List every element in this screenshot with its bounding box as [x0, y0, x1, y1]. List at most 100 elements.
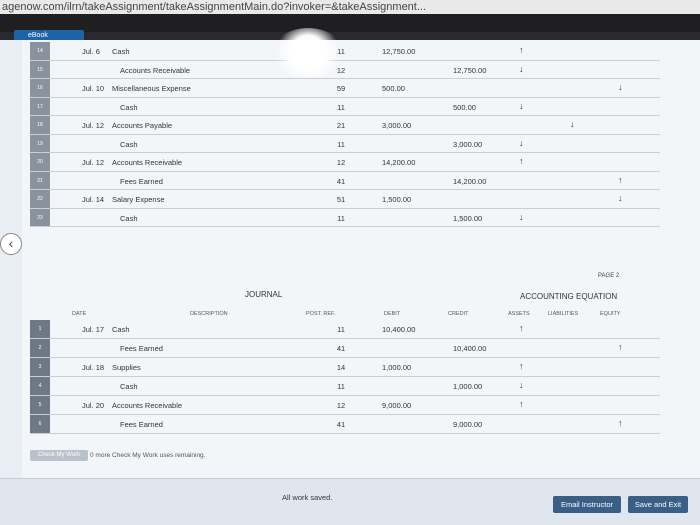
header-assets: ASSETS — [508, 311, 530, 317]
check-my-work-button[interactable]: Check My Work — [30, 450, 88, 461]
chevron-left-icon[interactable]: ‹ — [0, 233, 22, 255]
credit-field[interactable]: 3,000.00 — [453, 140, 505, 149]
credit-field[interactable]: 12,750.00 — [453, 66, 505, 75]
journal-row: 2 Fees Earned 41 10,400.00 ↑ — [30, 339, 660, 358]
assets-arrow[interactable]: ↑ — [519, 156, 524, 166]
journal-title: JOURNAL — [245, 290, 283, 299]
equity-arrow[interactable]: ↑ — [618, 175, 623, 185]
equity-arrow[interactable]: ↓ — [618, 82, 623, 92]
date-field[interactable]: Jul. 6 — [82, 47, 110, 56]
equity-arrow[interactable]: ↓ — [618, 193, 623, 203]
credit-field[interactable]: 1,000.00 — [453, 382, 505, 391]
debit-field[interactable]: 10,400.00 — [382, 325, 430, 334]
row-number: 14 — [30, 42, 50, 60]
description-field[interactable]: Supplies — [112, 363, 262, 372]
row-number: 5 — [30, 396, 50, 414]
credit-field[interactable]: 9,000.00 — [453, 420, 505, 429]
journal-row: 3 Jul. 18 Supplies 14 1,000.00 ↑ — [30, 358, 660, 377]
date-field[interactable]: Jul. 12 — [82, 121, 110, 130]
row-number: 4 — [30, 377, 50, 395]
description-field[interactable]: Accounts Receivable — [112, 401, 262, 410]
assets-arrow[interactable]: ↓ — [519, 212, 524, 222]
journal-row: 4 Cash 11 1,000.00 ↓ — [30, 377, 660, 396]
row-number: 2 — [30, 339, 50, 357]
post-ref-field[interactable]: 12 — [330, 401, 352, 410]
date-field[interactable]: Jul. 20 — [82, 401, 110, 410]
date-field[interactable]: Jul. 17 — [82, 325, 110, 334]
debit-field[interactable]: 500.00 — [382, 84, 430, 93]
post-ref-field[interactable]: 11 — [330, 103, 352, 112]
description-field[interactable]: Fees Earned — [120, 344, 270, 353]
description-field[interactable]: Fees Earned — [120, 420, 270, 429]
assets-arrow[interactable]: ↓ — [519, 380, 524, 390]
equity-arrow[interactable]: ↑ — [618, 418, 623, 428]
debit-field[interactable]: 3,000.00 — [382, 121, 430, 130]
post-ref-field[interactable]: 41 — [330, 420, 352, 429]
debit-field[interactable]: 14,200.00 — [382, 158, 430, 167]
journal-row: 14Jul. 6Cash1112,750.00↑ — [30, 42, 660, 61]
screen-glare — [272, 28, 344, 78]
post-ref-field[interactable]: 11 — [330, 140, 352, 149]
journal-row: 20 Jul. 12 Accounts Receivable 12 14,200.00 ↑ — [30, 153, 660, 172]
post-ref-field[interactable]: 41 — [330, 177, 352, 186]
assets-arrow[interactable]: ↑ — [519, 361, 524, 371]
row-number: 3 — [30, 358, 50, 376]
description-field[interactable]: Cash — [120, 140, 270, 149]
post-ref-field[interactable]: 21 — [330, 121, 352, 130]
post-ref-field[interactable]: 12 — [330, 158, 352, 167]
assets-arrow[interactable]: ↓ — [519, 138, 524, 148]
description-field[interactable]: Accounts Receivable — [112, 158, 262, 167]
description-field[interactable]: Accounts Payable — [112, 121, 262, 130]
credit-field[interactable]: 14,200.00 — [453, 177, 505, 186]
row-number: 15 — [30, 60, 50, 78]
liabilities-arrow[interactable]: ↓ — [570, 119, 575, 129]
accounting-equation-title: ACCOUNTING EQUATION — [520, 292, 618, 301]
equity-arrow[interactable]: ↑ — [618, 342, 623, 352]
post-ref-field[interactable]: 11 — [330, 382, 352, 391]
post-ref-field[interactable]: 41 — [330, 344, 352, 353]
description-field[interactable]: Salary Expense — [112, 195, 262, 204]
post-ref-field[interactable]: 11 — [330, 325, 352, 334]
date-field[interactable]: Jul. 18 — [82, 363, 110, 372]
assets-arrow[interactable]: ↑ — [519, 323, 524, 333]
post-ref-field[interactable]: 14 — [330, 363, 352, 372]
description-field[interactable]: Cash — [112, 47, 262, 56]
journal-row: 18 Jul. 12 Accounts Payable 21 3,000.00 ↓ — [30, 116, 660, 135]
browser-url-bar[interactable]: agenow.com/ilrn/takeAssignment/takeAssig… — [0, 0, 700, 14]
credit-field[interactable]: 10,400.00 — [453, 344, 505, 353]
debit-field[interactable]: 1,000.00 — [382, 363, 430, 372]
description-field[interactable]: Fees Earned — [120, 177, 270, 186]
assets-arrow[interactable]: ↑ — [519, 399, 524, 409]
date-field[interactable]: Jul. 10 — [82, 84, 110, 93]
save-and-exit-button[interactable]: Save and Exit — [628, 496, 688, 513]
save-status: All work saved. — [282, 493, 333, 502]
description-field[interactable]: Cash — [120, 214, 270, 223]
header-liabilities: LIABILITIES — [548, 311, 579, 317]
journal-row: 23 Cash 11 1,500.00 ↓ — [30, 208, 660, 227]
description-field[interactable]: Miscellaneous Expense — [112, 84, 262, 93]
description-field[interactable]: Cash — [112, 325, 262, 334]
description-field[interactable]: Cash — [120, 103, 270, 112]
assets-arrow[interactable]: ↑ — [519, 45, 524, 55]
journal-row: 17 Cash 11 500.00 ↓ — [30, 97, 660, 116]
email-instructor-button[interactable]: Email Instructor — [553, 496, 621, 513]
debit-field[interactable]: 12,750.00 — [382, 47, 430, 56]
assets-arrow[interactable]: ↓ — [519, 64, 524, 74]
description-field[interactable]: Cash — [120, 382, 270, 391]
post-ref-field[interactable]: 59 — [330, 84, 352, 93]
post-ref-field[interactable]: 11 — [330, 214, 352, 223]
debit-field[interactable]: 1,500.00 — [382, 195, 430, 204]
date-field[interactable]: Jul. 14 — [82, 195, 110, 204]
post-ref-field[interactable]: 51 — [330, 195, 352, 204]
date-field[interactable]: Jul. 12 — [82, 158, 110, 167]
row-number: 23 — [30, 208, 50, 226]
description-field[interactable]: Accounts Receivable — [120, 66, 270, 75]
debit-field[interactable]: 9,000.00 — [382, 401, 430, 410]
journal-headers: DATE DESCRIPTION POST. REF. DEBIT CREDIT… — [52, 307, 652, 321]
header-debit: DEBIT — [384, 311, 401, 317]
journal-row: 5 Jul. 20 Accounts Receivable 12 9,000.00 ↑ — [30, 396, 660, 415]
credit-field[interactable]: 500.00 — [453, 103, 505, 112]
header-post-ref: POST. REF. — [306, 311, 336, 317]
assets-arrow[interactable]: ↓ — [519, 101, 524, 111]
credit-field[interactable]: 1,500.00 — [453, 214, 505, 223]
